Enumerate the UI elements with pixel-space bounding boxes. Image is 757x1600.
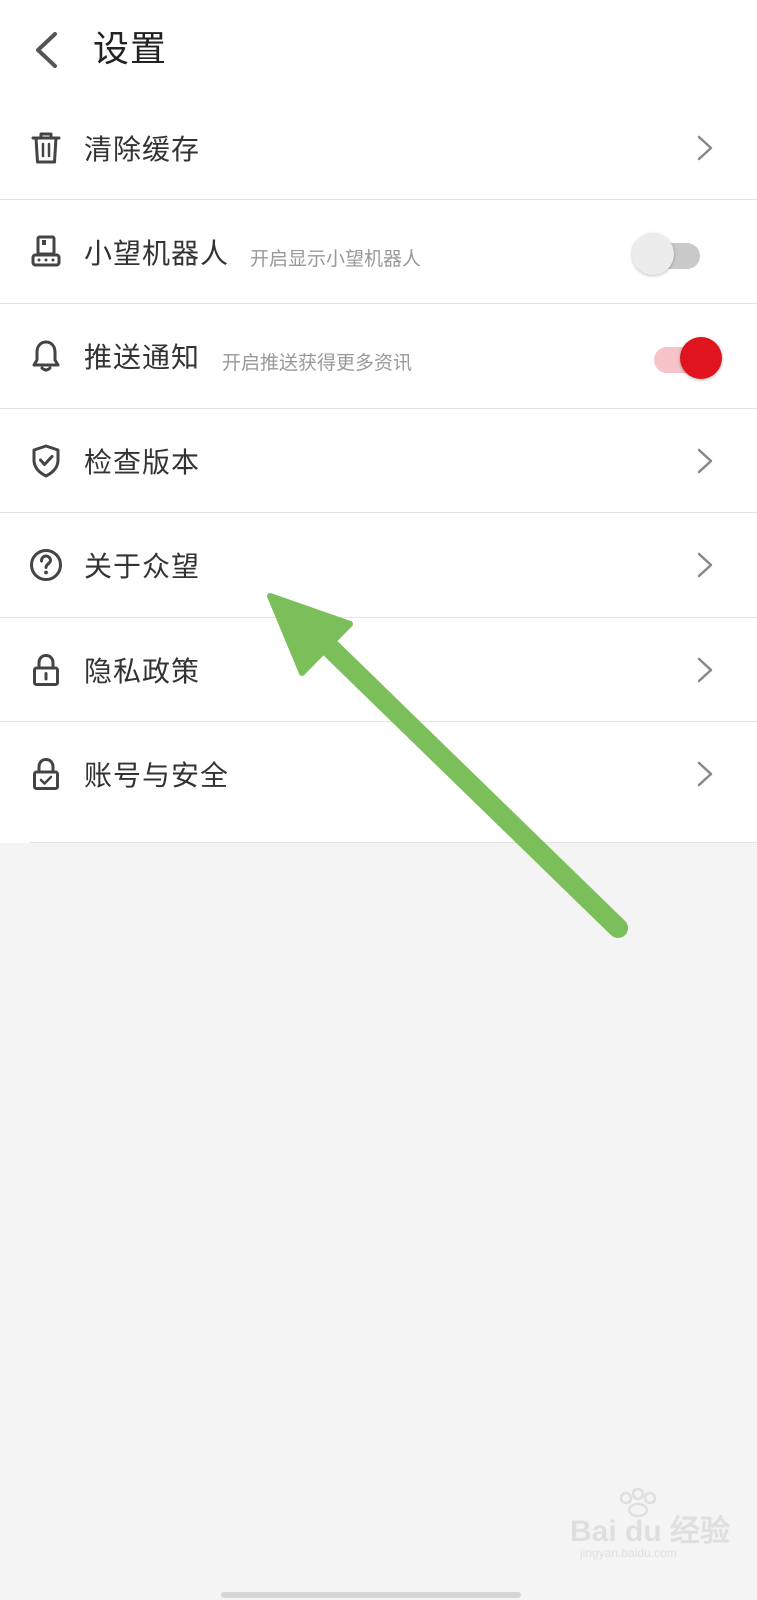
divider	[30, 842, 757, 843]
push-notification-row: 推送通知 开启推送获得更多资讯	[0, 304, 757, 408]
chevron-right-icon	[695, 134, 715, 162]
check-version-row[interactable]: 检查版本	[0, 409, 757, 513]
robot-row: 小望机器人 开启显示小望机器人	[0, 200, 757, 304]
home-indicator[interactable]	[221, 1592, 521, 1598]
about-row[interactable]: 关于众望	[0, 513, 757, 617]
back-button[interactable]	[26, 28, 66, 72]
privacy-row[interactable]: 隐私政策	[0, 618, 757, 722]
top-bar: 设置	[0, 0, 757, 100]
robot-description: 开启显示小望机器人	[250, 247, 422, 270]
bell-icon	[28, 338, 64, 374]
baidu-jingyan-watermark: Bai du 经验 jingyan.baidu.com	[566, 1488, 736, 1568]
robot-label: 小望机器人	[84, 237, 230, 270]
shield-check-icon	[28, 443, 64, 479]
watermark-domain: jingyan.baidu.com	[580, 1546, 677, 1560]
robot-icon	[28, 234, 64, 270]
toggle-thumb	[632, 233, 674, 275]
watermark-brand: Bai du 经验	[570, 1515, 731, 1548]
push-description: 开启推送获得更多资讯	[222, 351, 413, 374]
page-title: 设置	[93, 29, 168, 70]
chevron-right-icon	[695, 551, 715, 579]
account-security-row[interactable]: 账号与安全	[0, 722, 757, 826]
clear-cache-row[interactable]: 清除缓存	[0, 96, 757, 200]
chevron-right-icon	[695, 656, 715, 684]
privacy-label: 隐私政策	[84, 655, 201, 688]
chevron-right-icon	[695, 760, 715, 788]
chevron-left-icon	[36, 32, 57, 68]
chevron-right-icon	[695, 447, 715, 475]
lock-check-icon	[28, 756, 64, 792]
clear-cache-label: 清除缓存	[84, 133, 201, 166]
lock-icon	[28, 652, 64, 688]
about-label: 关于众望	[84, 550, 201, 583]
check-version-label: 检查版本	[84, 446, 201, 479]
robot-toggle[interactable]	[632, 229, 704, 275]
toggle-thumb	[680, 337, 722, 379]
trash-icon	[28, 130, 64, 166]
question-circle-icon	[28, 547, 64, 583]
push-toggle[interactable]	[650, 333, 722, 379]
push-label: 推送通知	[84, 341, 201, 374]
account-security-label: 账号与安全	[84, 759, 230, 792]
